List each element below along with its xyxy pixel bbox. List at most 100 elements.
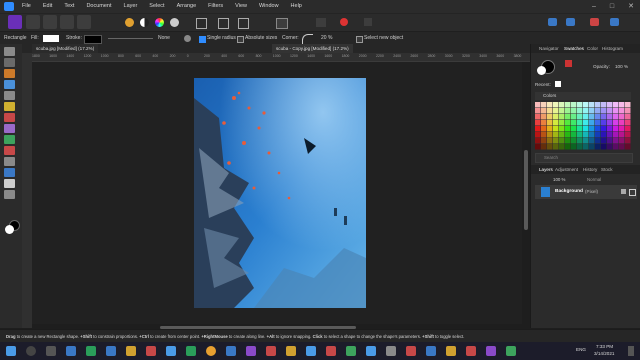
- word-icon[interactable]: [66, 346, 76, 356]
- vertical-scrollbar[interactable]: [524, 150, 528, 230]
- layer-opacity[interactable]: 100 %: [553, 177, 565, 182]
- app-icon-8[interactable]: [326, 346, 336, 356]
- swap-colors-icon[interactable]: [565, 60, 572, 67]
- maximize-icon[interactable]: □: [610, 0, 614, 13]
- app-icon-10[interactable]: [366, 346, 376, 356]
- app-icon-14[interactable]: [446, 346, 456, 356]
- view-tool-icon[interactable]: [4, 58, 15, 67]
- blend-mode[interactable]: Normal: [587, 177, 601, 182]
- app-icon-7[interactable]: [306, 346, 316, 356]
- share-icon[interactable]: [548, 18, 557, 26]
- excel-icon[interactable]: [86, 346, 96, 356]
- app-icon-4[interactable]: [226, 346, 236, 356]
- fill-swatch[interactable]: [43, 35, 59, 42]
- white-balance-icon[interactable]: [170, 18, 179, 27]
- assistant-icon[interactable]: [364, 18, 372, 26]
- tab-histogram[interactable]: Histogram: [602, 44, 623, 53]
- gear-icon[interactable]: [184, 35, 191, 42]
- liquify-persona-icon[interactable]: [26, 15, 40, 29]
- pen-tool-icon[interactable]: [4, 157, 15, 166]
- opacity-value[interactable]: 100 %: [615, 64, 628, 69]
- marquee-tool-icon[interactable]: [4, 91, 15, 100]
- corner-type-icon[interactable]: [302, 34, 313, 44]
- develop-persona-icon[interactable]: [43, 15, 57, 29]
- menu-view[interactable]: View: [235, 0, 247, 13]
- app-icon-12[interactable]: [406, 346, 416, 356]
- app-icon-16[interactable]: [486, 346, 496, 356]
- app-icon-13[interactable]: [426, 346, 436, 356]
- rectangle-tool-icon[interactable]: [4, 168, 15, 177]
- select-new-object-checkbox[interactable]: [356, 36, 363, 43]
- stroke-color-well[interactable]: [537, 66, 546, 75]
- menu-file[interactable]: File: [22, 0, 31, 13]
- dodge-tool-icon[interactable]: [4, 124, 15, 133]
- menu-help[interactable]: Help: [291, 0, 302, 13]
- app-icon-6[interactable]: [286, 346, 296, 356]
- selection-add-icon[interactable]: [238, 18, 249, 29]
- stroke-swatch[interactable]: [84, 35, 102, 44]
- chrome-icon[interactable]: [206, 346, 216, 356]
- language-indicator[interactable]: ENG: [576, 347, 586, 352]
- record-icon[interactable]: [590, 18, 599, 26]
- menu-edit[interactable]: Edit: [43, 0, 52, 13]
- app-icon-3[interactable]: [186, 346, 196, 356]
- paint-brush-icon[interactable]: [4, 113, 15, 122]
- tab-scuba-copy[interactable]: scuba - Copy.jpg [Modified] (17.2%): [272, 44, 353, 53]
- quick-mask-icon[interactable]: [196, 18, 207, 29]
- tab-color[interactable]: Color: [587, 44, 598, 53]
- healing-tool-icon[interactable]: [4, 146, 15, 155]
- move-tool-icon[interactable]: [4, 47, 15, 56]
- edge-icon[interactable]: [106, 346, 116, 356]
- tab-navigator[interactable]: Navigator: [539, 44, 559, 53]
- task-view-icon[interactable]: [46, 346, 56, 356]
- snapping-icon[interactable]: [316, 18, 326, 27]
- clone-tool-icon[interactable]: [4, 135, 15, 144]
- tab-layers[interactable]: Layers: [539, 165, 553, 174]
- visibility-checkbox[interactable]: [629, 189, 636, 196]
- menu-document[interactable]: Document: [86, 0, 111, 13]
- selection-brush-icon[interactable]: [4, 80, 15, 89]
- flood-fill-icon[interactable]: [4, 102, 15, 111]
- menu-filters[interactable]: Filters: [208, 0, 223, 13]
- tab-stock[interactable]: Stock: [601, 165, 613, 174]
- menu-layer[interactable]: Layer: [124, 0, 138, 13]
- studio-icon[interactable]: [610, 18, 619, 26]
- notification-icon[interactable]: [628, 346, 634, 356]
- color-picker-icon[interactable]: [4, 190, 15, 199]
- arrange-icon[interactable]: [566, 18, 575, 26]
- app-icon-1[interactable]: [146, 346, 156, 356]
- levels-icon[interactable]: [125, 18, 134, 27]
- menu-select[interactable]: Select: [149, 0, 164, 13]
- layer-row-background[interactable]: Background (Pixel): [535, 185, 637, 199]
- stroke-width-slider[interactable]: [108, 38, 153, 39]
- recent-swatch[interactable]: [555, 81, 561, 87]
- tab-swatches[interactable]: Swatches: [564, 44, 584, 53]
- tone-mapping-persona-icon[interactable]: [60, 15, 74, 29]
- app-icon-2[interactable]: [166, 346, 176, 356]
- search-input[interactable]: Search: [535, 153, 633, 163]
- app-icon-15[interactable]: [466, 346, 476, 356]
- snapping-toggle-icon[interactable]: [340, 18, 348, 26]
- menu-arrange[interactable]: Arrange: [177, 0, 197, 13]
- crop-tool-icon[interactable]: [4, 69, 15, 78]
- tab-history[interactable]: History: [583, 165, 597, 174]
- app-icon-9[interactable]: [346, 346, 356, 356]
- minimize-icon[interactable]: –: [592, 0, 596, 13]
- tab-scuba[interactable]: scuba.jpg [Modified] (17.2%): [32, 44, 99, 53]
- hsl-icon[interactable]: [155, 18, 164, 27]
- app-icon-17[interactable]: [506, 346, 516, 356]
- app-logo-icon[interactable]: [4, 2, 14, 11]
- single-radius-checkbox[interactable]: [199, 36, 206, 43]
- affinity-photo-icon[interactable]: [246, 346, 256, 356]
- align-icon[interactable]: [276, 18, 288, 29]
- color-swatch-grid[interactable]: [535, 102, 631, 150]
- close-icon[interactable]: ✕: [628, 0, 634, 13]
- primary-color-icon[interactable]: [5, 225, 14, 234]
- file-explorer-icon[interactable]: [126, 346, 136, 356]
- tab-adjustment[interactable]: Adjustment: [555, 165, 578, 174]
- absolute-sizes-checkbox[interactable]: [237, 36, 244, 43]
- windows-start-icon[interactable]: [6, 346, 16, 356]
- scuba-photo[interactable]: [194, 78, 366, 308]
- lock-icon[interactable]: [621, 189, 626, 194]
- menu-window[interactable]: Window: [259, 0, 279, 13]
